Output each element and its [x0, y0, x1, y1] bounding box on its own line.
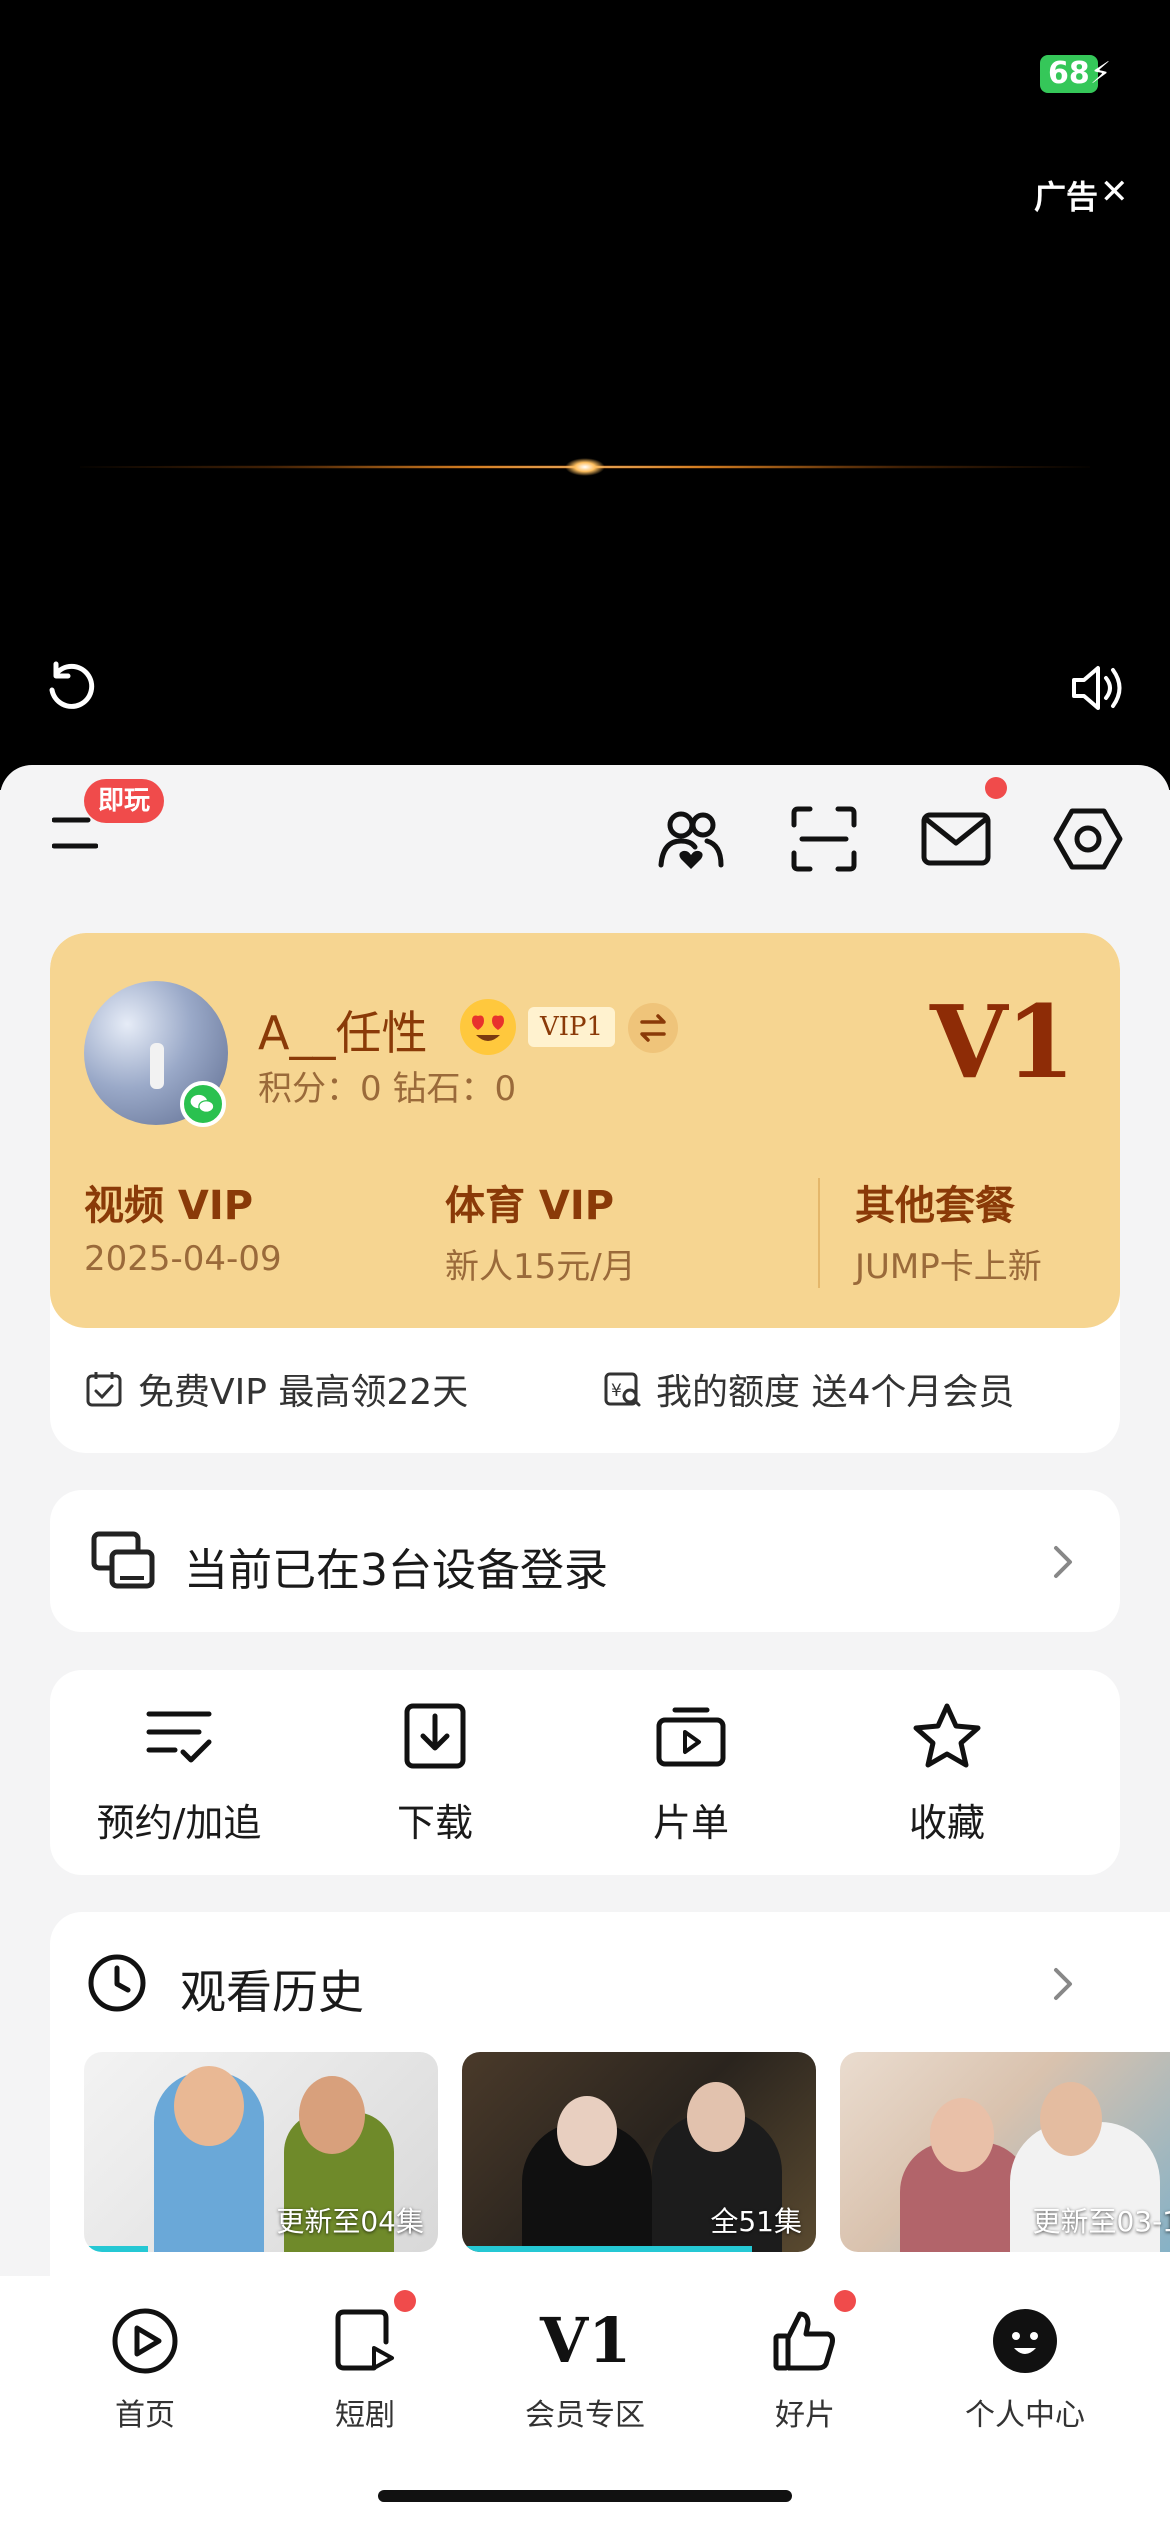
sports-vip-offer: 新人15元/月 [445, 1247, 636, 1287]
reserve-label: 预约/加追 [96, 1801, 262, 1845]
devices-row[interactable]: 当前已在3台设备登录 [50, 1490, 1120, 1632]
nav-home[interactable]: 首页 [28, 2276, 262, 2446]
download-action[interactable]: 下载 [307, 1670, 563, 1875]
other-plans-title[interactable]: 其他套餐 [855, 1173, 1015, 1231]
video-ad[interactable]: 68 ⚡ 广告 ✕ [0, 0, 1170, 790]
close-icon[interactable]: ✕ [1100, 172, 1129, 212]
reserve-action[interactable]: 预约/加追 [51, 1670, 307, 1875]
episode-label: 更新至03-1 [1032, 2205, 1170, 2238]
heart-eyes-emoji-icon [460, 999, 516, 1055]
download-label: 下载 [396, 1801, 473, 1845]
member-card[interactable]: A__任性 VIP1 积分：0 钻石：0 V1 视频 VIP 2025-04-0… [50, 933, 1120, 1453]
notification-dot [834, 2290, 856, 2312]
download-icon [404, 1703, 466, 1769]
sound-icon[interactable] [1068, 660, 1128, 716]
my-quota-link[interactable]: ¥ 我的额度 送4个月会员 [602, 1363, 1014, 1415]
nav-vip-zone[interactable]: V1 会员专区 [468, 2276, 702, 2446]
mail-icon[interactable] [920, 803, 992, 875]
my-quota-text: 我的额度 送4个月会员 [656, 1372, 1015, 1413]
vip-level-tag: VIP1 [528, 1007, 616, 1047]
video-vip-title[interactable]: 视频 VIP [84, 1173, 253, 1231]
switch-account-icon[interactable] [628, 1003, 678, 1053]
scan-icon[interactable] [788, 803, 860, 875]
nav-short-drama-label: 短剧 [335, 2398, 395, 2433]
top-toolbar: 即玩 [0, 765, 1170, 875]
settings-icon[interactable] [1052, 803, 1124, 875]
wechat-icon [180, 1081, 226, 1127]
profile-sheet: 即玩 A__任性 VIP1 积分：0 钻石：0 V1 视频 VIP 2025-0… [0, 765, 1170, 2532]
chevron-right-icon[interactable] [1050, 1964, 1076, 2004]
thumbs-up-icon [773, 2311, 835, 2371]
ad-label: 广告 [1034, 178, 1099, 216]
watch-progress-bar [84, 2246, 148, 2252]
home-indicator [378, 2490, 792, 2502]
devices-icon [91, 1531, 155, 1589]
nav-vip-zone-label: 会员专区 [525, 2398, 645, 2433]
history-item[interactable]: 更新至04集 [84, 2052, 438, 2252]
episode-label: 全51集 [710, 2205, 802, 2238]
free-vip-link[interactable]: 免费VIP 最高领22天 [84, 1363, 468, 1415]
chevron-right-icon [1054, 1546, 1072, 1578]
nav-profile-label: 个人中心 [965, 2398, 1085, 2433]
favorites-label: 收藏 [908, 1801, 985, 1845]
replay-icon[interactable] [44, 660, 100, 716]
video-vip-expiry: 2025-04-09 [84, 1239, 282, 1279]
playlist-action[interactable]: 片单 [563, 1670, 819, 1875]
username: A__任性 [258, 1006, 428, 1060]
checklist-icon [146, 1711, 212, 1763]
svg-text:¥: ¥ [611, 1381, 622, 1401]
devices-text: 当前已在3台设备登录 [184, 1545, 608, 1596]
playlist-label: 片单 [652, 1801, 729, 1845]
mail-notification-dot [985, 777, 1007, 799]
nav-good-films[interactable]: 好片 [688, 2276, 922, 2446]
episode-label: 更新至04集 [276, 2205, 424, 2238]
other-plans-sub: JUMP卡上新 [855, 1247, 1042, 1287]
instant-play-badge[interactable]: 即玩 [84, 779, 165, 823]
free-vip-text: 免费VIP 最高领22天 [138, 1372, 469, 1413]
watch-progress-bar [462, 2246, 753, 2252]
profile-icon [993, 2309, 1057, 2373]
short-drama-icon [335, 2309, 394, 2371]
history-item[interactable]: 全51集 [462, 2052, 816, 2252]
ad-light-core [565, 458, 605, 476]
history-item[interactable]: 更新至03-1 [840, 2052, 1170, 2252]
calendar-check-icon [86, 1372, 122, 1407]
notification-dot [394, 2290, 416, 2312]
charging-icon: ⚡ [1090, 56, 1112, 91]
nav-short-drama[interactable]: 短剧 [248, 2276, 482, 2446]
nav-good-films-label: 好片 [775, 2398, 835, 2433]
coupon-search-icon: ¥ [604, 1372, 641, 1407]
v1-icon: V1 [540, 2304, 632, 2377]
points-diamonds: 积分：0 钻石：0 [258, 1069, 517, 1109]
member-summary[interactable]: A__任性 VIP1 积分：0 钻石：0 V1 视频 VIP 2025-04-0… [50, 933, 1120, 1328]
home-play-icon [112, 2308, 178, 2374]
playlist-icon [656, 1707, 726, 1767]
watch-history: 观看历史 更新至04集 全51集 更新至03-1 [50, 1912, 1170, 2312]
nav-home-label: 首页 [115, 2398, 175, 2433]
quick-actions: 预约/加追 下载 片单 收藏 [50, 1670, 1120, 1875]
sports-vip-title[interactable]: 体育 VIP [445, 1173, 614, 1231]
nav-profile[interactable]: 个人中心 [908, 2276, 1142, 2446]
history-title[interactable]: 观看历史 [180, 1956, 364, 2022]
clock-icon [88, 1954, 146, 2012]
favorites-action[interactable]: 收藏 [819, 1670, 1075, 1875]
family-icon[interactable] [655, 803, 727, 875]
vip-level-logo: V1 [930, 983, 1075, 1101]
divider [818, 1178, 820, 1288]
star-icon [913, 1703, 981, 1768]
